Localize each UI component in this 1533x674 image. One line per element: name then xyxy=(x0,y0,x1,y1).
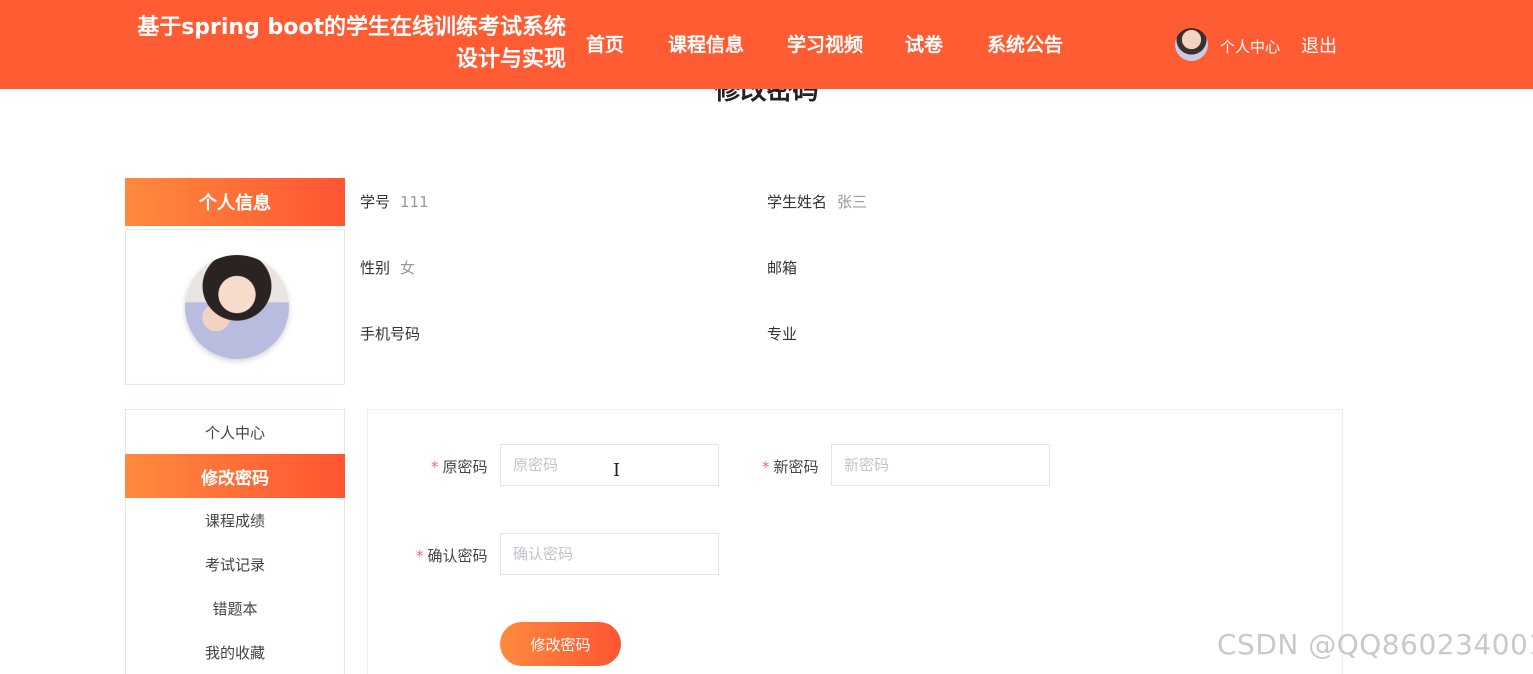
sidebar-item-change-password[interactable]: 修改密码 xyxy=(125,454,345,498)
new-password-label: * 新密码 xyxy=(762,458,819,476)
email-field: 邮箱 xyxy=(767,257,807,278)
nav-study-videos[interactable]: 学习视频 xyxy=(787,30,863,57)
top-navbar: 基于spring boot的学生在线训练考试系统设计与实现 首页 课程信息 学习… xyxy=(0,0,1533,89)
major-label: 专业 xyxy=(767,325,798,343)
old-password-input[interactable] xyxy=(500,444,719,486)
sidebar-menu: 个人中心 修改密码 课程成绩 考试记录 错题本 我的收藏 xyxy=(125,409,345,674)
confirm-password-label: * 确认密码 xyxy=(416,547,488,565)
student-id-label: 学号 xyxy=(360,193,391,211)
text-cursor-icon: I xyxy=(613,460,621,481)
student-name-value: 张三 xyxy=(837,193,868,211)
old-password-label: * 原密码 xyxy=(431,458,488,476)
gender-value: 女 xyxy=(400,259,416,277)
email-label: 邮箱 xyxy=(767,259,798,277)
sidebar-item-favorites[interactable]: 我的收藏 xyxy=(126,630,344,674)
gender-field: 性别女 xyxy=(360,257,415,278)
sidebar-item-exam-records[interactable]: 考试记录 xyxy=(126,542,344,586)
watermark: CSDN @QQ860234001 xyxy=(1217,628,1533,661)
phone-field: 手机号码 xyxy=(360,323,430,344)
student-id-value: 111 xyxy=(400,193,429,211)
nav-announcements[interactable]: 系统公告 xyxy=(987,30,1063,57)
student-name-label: 学生姓名 xyxy=(767,193,828,211)
nav-exam-papers[interactable]: 试卷 xyxy=(905,30,943,57)
new-password-input[interactable] xyxy=(831,444,1050,486)
change-password-button[interactable]: 修改密码 xyxy=(500,622,621,666)
confirm-password-input[interactable] xyxy=(500,533,719,575)
site-title: 基于spring boot的学生在线训练考试系统设计与实现 xyxy=(137,15,566,72)
personal-info-heading: 个人信息 xyxy=(125,178,345,226)
nav-home[interactable]: 首页 xyxy=(586,30,624,57)
sidebar-item-wrong-questions[interactable]: 错题本 xyxy=(126,586,344,630)
user-center-link[interactable]: 个人中心 xyxy=(1220,36,1280,57)
nav-course-info[interactable]: 课程信息 xyxy=(668,30,744,57)
major-field: 专业 xyxy=(767,323,807,344)
logout-link[interactable]: 退出 xyxy=(1301,32,1337,58)
profile-avatar xyxy=(185,255,289,359)
student-name-field: 学生姓名 张三 xyxy=(767,191,867,212)
sidebar-item-user-center[interactable]: 个人中心 xyxy=(126,410,344,454)
student-id-field: 学号 111 xyxy=(360,191,429,212)
avatar-card xyxy=(125,229,345,385)
phone-label: 手机号码 xyxy=(360,325,421,343)
gender-label: 性别 xyxy=(360,259,391,277)
user-avatar[interactable] xyxy=(1175,28,1208,61)
sidebar-item-course-grades[interactable]: 课程成绩 xyxy=(126,498,344,542)
